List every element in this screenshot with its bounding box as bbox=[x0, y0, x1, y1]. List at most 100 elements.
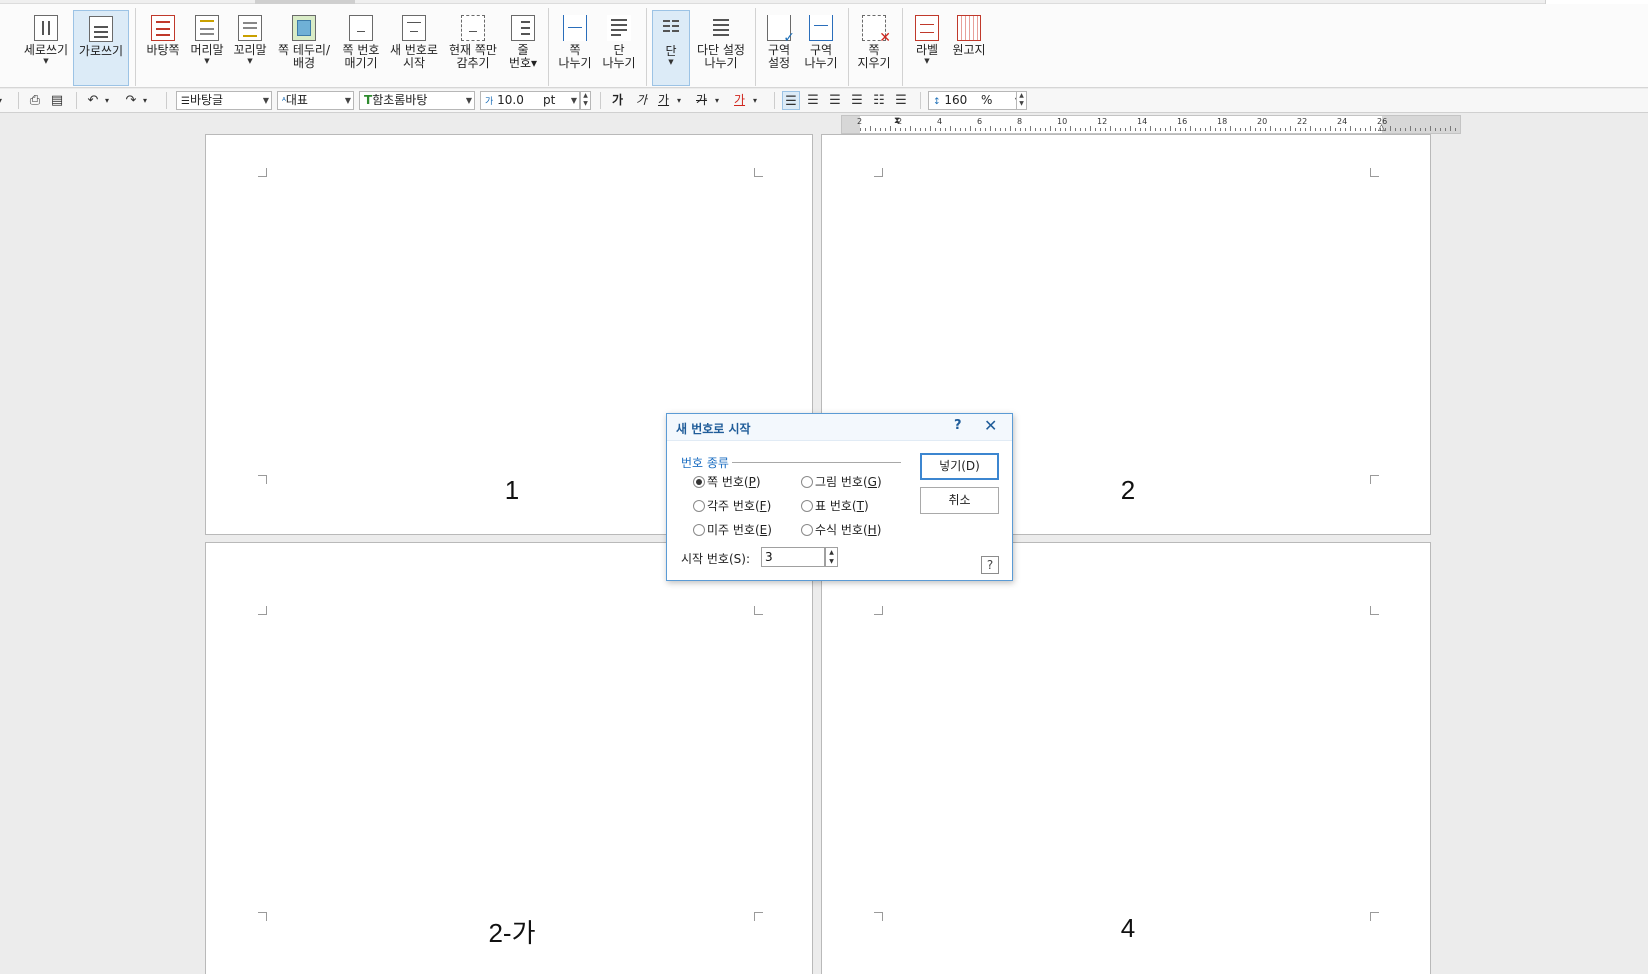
page-break-button[interactable]: 쪽 나누기 bbox=[554, 10, 596, 86]
section-settings-label: 구역 설정 bbox=[767, 43, 791, 70]
radio-table-number[interactable]: 표 번호(T) bbox=[801, 497, 869, 514]
paragraph-style-combo[interactable]: ☰바탕글 ▼ bbox=[176, 91, 272, 110]
justify-align-icon[interactable]: ☰ bbox=[782, 91, 800, 110]
question-icon[interactable]: ? bbox=[981, 556, 999, 574]
radio-label: 표 번호( bbox=[815, 499, 857, 513]
print-icon[interactable]: ⎙ bbox=[26, 91, 44, 110]
manuscript-paper-button[interactable]: 원고지 bbox=[948, 10, 990, 86]
ruler-tick bbox=[1135, 128, 1136, 131]
indent-marker-icon[interactable]: ⧗ bbox=[894, 116, 900, 126]
ruler-number: 14 bbox=[1137, 117, 1148, 126]
delete-page-button[interactable]: 쪽 지우기 bbox=[853, 10, 895, 86]
ruler-tick bbox=[925, 128, 926, 131]
master-page-button[interactable]: 바탕쪽 bbox=[143, 10, 183, 86]
font-combo[interactable]: T함초롬바탕 ▼ bbox=[359, 91, 475, 110]
close-icon[interactable]: ✕ bbox=[984, 416, 997, 435]
ruler-tick bbox=[1425, 128, 1426, 131]
radio-icon bbox=[801, 476, 813, 488]
distribute-align-icon[interactable]: ☷ bbox=[870, 91, 888, 110]
column-break-button[interactable]: 단 나누기 bbox=[598, 10, 640, 86]
dropdown-arrow-icon: ▼ bbox=[247, 57, 253, 65]
radio-page-number[interactable]: 쪽 번호(P) bbox=[693, 473, 761, 490]
bold-button[interactable]: 가 bbox=[612, 91, 623, 110]
line-spacing-combo[interactable]: ↕ 160 % ▼ bbox=[928, 91, 1024, 110]
ruler-tick bbox=[1405, 128, 1406, 131]
header-button[interactable]: 머리말 ▼ bbox=[187, 10, 227, 86]
font-size-combo[interactable]: 가 10.0 pt ▼ bbox=[480, 91, 580, 110]
insert-button[interactable]: 넣기(D) bbox=[920, 453, 999, 480]
page-4[interactable]: 4 bbox=[821, 542, 1431, 974]
underline-button[interactable]: 가 bbox=[658, 91, 669, 110]
radio-label: 그림 번호( bbox=[815, 475, 868, 489]
ruler-tick bbox=[1140, 128, 1141, 131]
ruler-tick bbox=[895, 128, 896, 131]
section-break-button[interactable]: 구역 나누기 bbox=[800, 10, 842, 86]
toolbar-overflow-icon[interactable]: ▾ bbox=[0, 91, 4, 110]
ruler-tick bbox=[1275, 128, 1276, 131]
page-3[interactable]: 2-가 bbox=[205, 542, 813, 974]
language-combo[interactable]: ᴬ대표 ▼ bbox=[277, 91, 354, 110]
ruler-tick bbox=[1030, 126, 1031, 131]
columns-button[interactable]: 단 ▼ bbox=[652, 10, 690, 86]
undo-icon[interactable]: ↶ bbox=[84, 91, 102, 110]
ruler-tick bbox=[1040, 128, 1041, 131]
crop-mark bbox=[258, 606, 267, 615]
ruler-tick bbox=[1250, 126, 1251, 131]
page-number-button[interactable]: 쪽 번호 매기기 bbox=[337, 10, 385, 86]
ruler-tick bbox=[980, 128, 981, 131]
redo-icon[interactable]: ↷ bbox=[122, 91, 140, 110]
right-indent-marker-icon[interactable]: △ bbox=[1378, 123, 1385, 133]
font-color-button[interactable]: 가 bbox=[734, 91, 745, 110]
line-number-button[interactable]: 줄 번호▾ bbox=[504, 10, 542, 86]
strikethrough-button[interactable]: 가 bbox=[696, 91, 707, 110]
font-color-dropdown-icon[interactable]: ▾ bbox=[750, 91, 760, 110]
radio-endnote-number[interactable]: 미주 번호(E) bbox=[693, 521, 772, 538]
radio-footnote-number[interactable]: 각주 번호(F) bbox=[693, 497, 771, 514]
crop-mark bbox=[754, 606, 763, 615]
right-align-icon[interactable]: ☰ bbox=[848, 91, 866, 110]
ruler-tick bbox=[1440, 128, 1441, 131]
horizontal-ruler[interactable]: 2 2 4 6 8 10 12 14 16 18 20 22 24 26 ⧗ △ bbox=[841, 115, 1461, 134]
multi-column-break-button[interactable]: 다단 설정 나누기 bbox=[692, 10, 750, 86]
columns-icon bbox=[659, 16, 683, 42]
underline-dropdown-icon[interactable]: ▾ bbox=[674, 91, 684, 110]
new-number-start-button[interactable]: 새 번호로 시작 bbox=[386, 10, 442, 86]
hide-current-page-button[interactable]: 현재 쪽만 감추기 bbox=[444, 10, 502, 86]
strikethrough-dropdown-icon[interactable]: ▾ bbox=[712, 91, 722, 110]
footer-button[interactable]: 꼬리말 ▼ bbox=[230, 10, 270, 86]
line-spacing-spinner[interactable]: ▲ ▼ bbox=[1016, 91, 1027, 110]
ruler-tick bbox=[1310, 126, 1311, 131]
ruler-tick bbox=[1125, 128, 1126, 131]
ruler-tick bbox=[1395, 128, 1396, 131]
left-align-icon[interactable]: ☰ bbox=[804, 91, 822, 110]
style-icon: ☰ bbox=[181, 96, 190, 107]
ribbon-separator bbox=[755, 8, 756, 86]
vertical-writing-button[interactable]: 세로쓰기 ▼ bbox=[20, 10, 72, 86]
start-number-input[interactable]: 3 bbox=[761, 547, 825, 567]
italic-button[interactable]: 가 bbox=[636, 91, 647, 110]
dialog-titlebar[interactable]: 새 번호로 시작 ? ✕ bbox=[667, 414, 1012, 441]
ruler-tick bbox=[1200, 128, 1201, 131]
ruler-number: 12 bbox=[1097, 117, 1108, 126]
undo-dropdown-icon[interactable]: ▾ bbox=[102, 91, 112, 110]
cancel-button[interactable]: 취소 bbox=[920, 487, 999, 514]
help-icon[interactable]: ? bbox=[954, 418, 962, 433]
radio-figure-number[interactable]: 그림 번호(G) bbox=[801, 473, 882, 490]
preview-icon[interactable]: ▤ bbox=[48, 91, 66, 110]
chevron-down-icon: ▼ bbox=[262, 96, 269, 105]
label-button[interactable]: 라벨 ▼ bbox=[908, 10, 946, 86]
font-size-spinner[interactable]: ▲ ▼ bbox=[580, 91, 591, 110]
divide-align-icon[interactable]: ☰ bbox=[892, 91, 910, 110]
section-settings-button[interactable]: 구역 설정 bbox=[760, 10, 798, 86]
ruler-number: 6 bbox=[977, 117, 983, 126]
ruler-tick bbox=[1270, 126, 1271, 131]
start-number-spinner[interactable]: ▲ ▼ bbox=[825, 547, 838, 567]
radio-equation-number[interactable]: 수식 번호(H) bbox=[801, 521, 881, 538]
center-align-icon[interactable]: ☰ bbox=[826, 91, 844, 110]
page-number-icon bbox=[349, 15, 373, 41]
ruler-number: 2 bbox=[857, 117, 863, 126]
page-border-button[interactable]: 쪽 테두리/ 배경 bbox=[273, 10, 335, 86]
crop-mark bbox=[874, 168, 883, 177]
horizontal-writing-button[interactable]: 가로쓰기 bbox=[73, 10, 129, 86]
redo-dropdown-icon[interactable]: ▾ bbox=[140, 91, 150, 110]
